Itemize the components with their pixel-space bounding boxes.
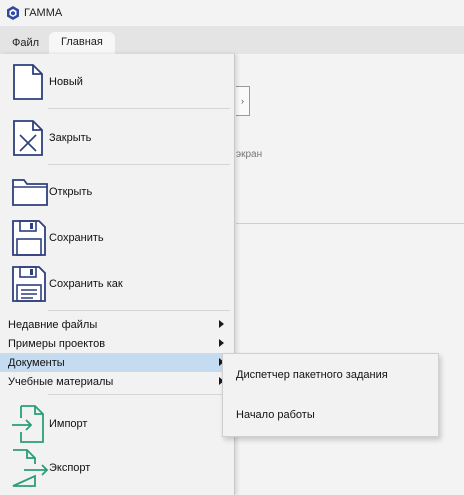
menu-separator <box>48 394 230 395</box>
menu-item-recent-files-label: Недавние файлы <box>8 318 98 331</box>
menu-item-export-label: Экспорт <box>49 462 91 474</box>
menu-item-learning-materials[interactable]: Учебные материалы <box>0 372 235 391</box>
menu-item-save-as[interactable]: Сохранить как <box>0 262 235 306</box>
export-icon <box>12 449 49 487</box>
menu-item-documents-label: Документы <box>8 356 65 369</box>
tab-main[interactable]: Главная <box>49 32 115 54</box>
title-bar: ГАММА <box>0 0 464 26</box>
save-icon <box>12 220 46 256</box>
file-menu: Новый Закрыть Открыть Сохранить Сохранит… <box>0 54 235 495</box>
close-file-icon <box>13 120 43 156</box>
menu-item-new-label: Новый <box>49 76 83 88</box>
window-title: ГАММА <box>24 7 63 19</box>
import-icon <box>12 405 44 443</box>
menu-item-open[interactable]: Открыть <box>0 172 235 212</box>
tab-file[interactable]: Файл <box>3 33 48 54</box>
new-file-icon <box>13 64 43 100</box>
submenu-item-getting-started[interactable]: Начало работы <box>236 409 315 421</box>
menu-item-save-as-label: Сохранить как <box>49 278 123 290</box>
menu-item-open-label: Открыть <box>49 186 93 198</box>
menu-item-import[interactable]: Импорт <box>0 402 235 446</box>
submenu-arrow-icon <box>219 320 224 328</box>
menu-item-save[interactable]: Сохранить <box>0 216 235 260</box>
ribbon-tab-bar: Файл Главная <box>0 26 464 54</box>
folder-icon <box>12 179 48 206</box>
app-logo-icon <box>7 6 19 20</box>
ribbon-expand-button[interactable]: › <box>236 86 250 116</box>
menu-item-close-label: Закрыть <box>49 132 92 144</box>
menu-item-export[interactable]: Экспорт <box>0 446 235 490</box>
save-as-icon <box>12 266 46 302</box>
menu-item-project-examples[interactable]: Примеры проектов <box>0 334 235 353</box>
submenu-item-batch-manager[interactable]: Диспетчер пакетного задания <box>236 369 388 381</box>
documents-submenu: Диспетчер пакетного задания Начало работ… <box>222 353 439 437</box>
ribbon-label-fullscreen: экран <box>236 149 263 160</box>
menu-separator <box>48 164 230 165</box>
menu-item-save-label: Сохранить <box>49 232 104 244</box>
menu-separator <box>48 108 230 109</box>
menu-separator <box>48 310 230 311</box>
submenu-arrow-icon <box>219 339 224 347</box>
menu-item-documents[interactable]: Документы <box>0 353 235 372</box>
menu-item-close[interactable]: Закрыть <box>0 114 235 162</box>
menu-item-recent-files[interactable]: Недавние файлы <box>0 315 235 334</box>
ribbon-divider <box>236 223 464 224</box>
menu-item-import-label: Импорт <box>49 418 88 430</box>
menu-item-learning-materials-label: Учебные материалы <box>8 375 114 388</box>
menu-item-new[interactable]: Новый <box>0 58 235 106</box>
menu-item-project-examples-label: Примеры проектов <box>8 337 106 350</box>
